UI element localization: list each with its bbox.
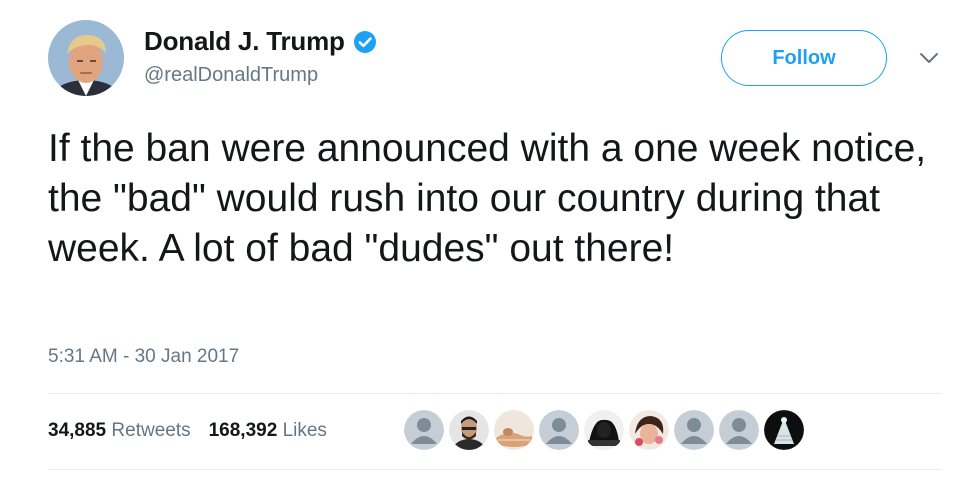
tweet-stats: 34,885 Retweets 168,392 Likes: [48, 420, 327, 442]
user-avatar-icon[interactable]: [584, 410, 624, 450]
retweets-label: Retweets: [111, 420, 191, 441]
author-display-name[interactable]: Donald J. Trump: [144, 26, 345, 57]
retweets-stat[interactable]: 34,885 Retweets: [48, 420, 191, 442]
tweet-timestamp[interactable]: 5:31 AM - 30 Jan 2017: [48, 346, 239, 368]
author-avatar[interactable]: [48, 20, 124, 96]
chevron-down-icon[interactable]: [918, 50, 940, 66]
likes-count: 168,392: [208, 420, 278, 441]
user-avatar-icon[interactable]: [764, 410, 804, 450]
tweet-text: If the ban were announced with a one wee…: [48, 127, 927, 270]
retweets-count: 34,885: [48, 420, 107, 441]
verified-badge-icon: [353, 30, 376, 53]
user-avatar-icon[interactable]: [629, 410, 669, 450]
author-handle[interactable]: @realDonaldTrump: [144, 64, 318, 87]
user-avatar-icon[interactable]: [449, 410, 489, 450]
default-avatar-icon[interactable]: [719, 410, 759, 450]
divider-bottom: [48, 469, 942, 470]
likes-stat[interactable]: 168,392 Likes: [209, 420, 327, 442]
follow-button[interactable]: Follow: [721, 30, 887, 86]
author-name-row: Donald J. Trump: [144, 26, 377, 57]
default-avatar-icon[interactable]: [674, 410, 714, 450]
divider-top: [48, 393, 942, 394]
default-avatar-icon[interactable]: [404, 410, 444, 450]
user-avatar-icon[interactable]: [494, 410, 534, 450]
liker-avatars: [404, 410, 804, 450]
default-avatar-icon[interactable]: [539, 410, 579, 450]
profile-photo-icon: [48, 20, 124, 96]
likes-label: Likes: [282, 420, 327, 441]
